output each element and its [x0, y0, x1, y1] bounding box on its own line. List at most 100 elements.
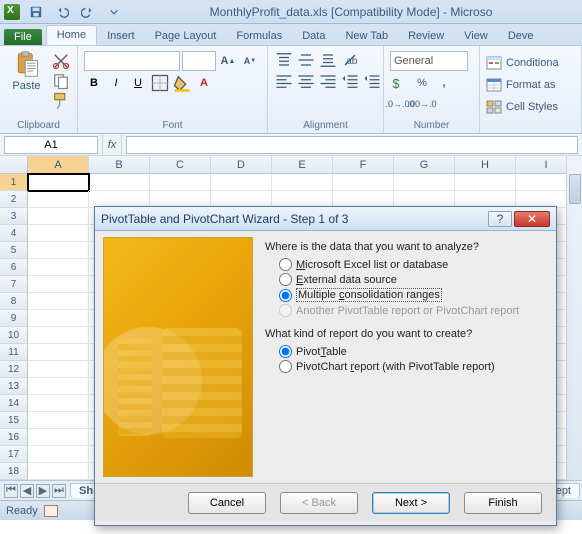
align-middle-icon[interactable]	[296, 51, 316, 69]
option-excel-list[interactable]: MMicrosoft Excel list or databaseicrosof…	[265, 257, 548, 272]
option-multiple-consolidation[interactable]: Multiple consolidation ranges	[265, 287, 548, 303]
percent-format-icon[interactable]: %	[412, 74, 432, 92]
cell[interactable]	[28, 259, 89, 276]
align-center-icon[interactable]	[296, 72, 316, 90]
cut-icon[interactable]	[51, 52, 71, 70]
cell[interactable]	[28, 208, 89, 225]
cell[interactable]	[28, 242, 89, 259]
italic-icon[interactable]: I	[106, 74, 126, 92]
sheet-nav-last-icon[interactable]: ⏭	[52, 484, 66, 498]
row-header[interactable]: 15	[0, 412, 28, 429]
row-header[interactable]: 1	[0, 174, 28, 191]
help-icon[interactable]: ?	[488, 211, 512, 227]
fx-icon[interactable]: fx	[102, 134, 122, 155]
dialog-titlebar[interactable]: PivotTable and PivotChart Wizard - Step …	[95, 207, 556, 231]
macro-record-icon[interactable]	[44, 505, 58, 517]
comma-format-icon[interactable]: ,	[434, 74, 454, 92]
row-header[interactable]: 9	[0, 310, 28, 327]
cell[interactable]	[333, 174, 394, 191]
option-pivottable[interactable]: PivotTable	[265, 344, 548, 359]
cell[interactable]	[28, 225, 89, 242]
radio-external-data[interactable]	[279, 273, 292, 286]
option-external-data[interactable]: External data source	[265, 272, 548, 287]
radio-excel-list[interactable]	[279, 258, 292, 271]
radio-multiple-consolidation[interactable]	[279, 289, 292, 302]
font-size-select[interactable]	[182, 51, 216, 71]
border-icon[interactable]	[150, 74, 170, 92]
cell-styles-button[interactable]: Cell Styles	[486, 98, 558, 116]
column-header[interactable]: H	[455, 156, 516, 173]
align-left-icon[interactable]	[274, 72, 294, 90]
format-painter-icon[interactable]	[51, 92, 71, 110]
row-header[interactable]: 13	[0, 378, 28, 395]
tab-home[interactable]: Home	[46, 25, 97, 45]
row-header[interactable]: 12	[0, 361, 28, 378]
vertical-scrollbar[interactable]	[566, 156, 582, 480]
row-header[interactable]: 11	[0, 344, 28, 361]
tab-developer[interactable]: Deve	[498, 27, 544, 45]
decrease-decimal-icon[interactable]: .00→.0	[412, 95, 432, 113]
row-header[interactable]: 17	[0, 446, 28, 463]
qat-customize-icon[interactable]	[104, 3, 124, 21]
cell[interactable]	[28, 344, 89, 361]
column-header[interactable]: G	[394, 156, 455, 173]
cell[interactable]	[28, 174, 89, 191]
cancel-button[interactable]: Cancel	[188, 492, 266, 514]
format-as-table-button[interactable]: Format as	[486, 76, 556, 94]
next-button[interactable]: Next >	[372, 492, 450, 514]
radio-pivottable[interactable]	[279, 345, 292, 358]
column-header[interactable]: D	[211, 156, 272, 173]
tab-view[interactable]: View	[454, 27, 498, 45]
font-color-icon[interactable]: A	[194, 74, 214, 92]
cell[interactable]	[28, 395, 89, 412]
formula-input[interactable]	[126, 136, 578, 154]
copy-icon[interactable]	[51, 72, 71, 90]
tab-review[interactable]: Review	[398, 27, 454, 45]
align-right-icon[interactable]	[318, 72, 338, 90]
row-header[interactable]: 7	[0, 276, 28, 293]
tab-formulas[interactable]: Formulas	[226, 27, 292, 45]
font-name-select[interactable]	[84, 51, 180, 71]
accounting-format-icon[interactable]: $	[390, 74, 410, 92]
shrink-font-icon[interactable]: A▼	[240, 52, 260, 70]
tab-page-layout[interactable]: Page Layout	[145, 27, 227, 45]
tab-new-tab[interactable]: New Tab	[335, 27, 398, 45]
grow-font-icon[interactable]: A▲	[218, 52, 238, 70]
cell[interactable]	[28, 446, 89, 463]
row-header[interactable]: 3	[0, 208, 28, 225]
column-header[interactable]: A	[28, 156, 89, 173]
sheet-nav-prev-icon[interactable]: ◀	[20, 484, 34, 498]
option-pivotchart[interactable]: PivotChart report (with PivotTable repor…	[265, 359, 548, 374]
number-format-select[interactable]	[390, 51, 468, 71]
cell[interactable]	[28, 276, 89, 293]
scroll-thumb[interactable]	[569, 174, 581, 204]
row-header[interactable]: 10	[0, 327, 28, 344]
cell[interactable]	[28, 191, 89, 208]
close-icon[interactable]: ✕	[514, 211, 550, 227]
align-bottom-icon[interactable]	[318, 51, 338, 69]
column-header[interactable]: B	[89, 156, 150, 173]
fill-color-icon[interactable]	[172, 74, 192, 92]
redo-icon[interactable]	[78, 3, 98, 21]
cell[interactable]	[211, 174, 272, 191]
orientation-icon[interactable]: ab	[340, 51, 360, 69]
row-header[interactable]: 6	[0, 259, 28, 276]
row-header[interactable]: 8	[0, 293, 28, 310]
radio-pivotchart[interactable]	[279, 360, 292, 373]
paste-button[interactable]: Paste	[6, 48, 47, 92]
cell[interactable]	[28, 412, 89, 429]
cell[interactable]	[89, 174, 150, 191]
conditional-formatting-button[interactable]: Conditiona	[486, 54, 559, 72]
align-top-icon[interactable]	[274, 51, 294, 69]
row-header[interactable]: 4	[0, 225, 28, 242]
underline-icon[interactable]: U	[128, 74, 148, 92]
cell[interactable]	[28, 378, 89, 395]
cell[interactable]	[394, 174, 455, 191]
column-header[interactable]: F	[333, 156, 394, 173]
undo-icon[interactable]	[52, 3, 72, 21]
cell[interactable]	[28, 429, 89, 446]
column-header[interactable]: E	[272, 156, 333, 173]
increase-indent-icon[interactable]	[362, 72, 382, 90]
file-tab[interactable]: File	[4, 29, 42, 45]
column-header[interactable]: C	[150, 156, 211, 173]
